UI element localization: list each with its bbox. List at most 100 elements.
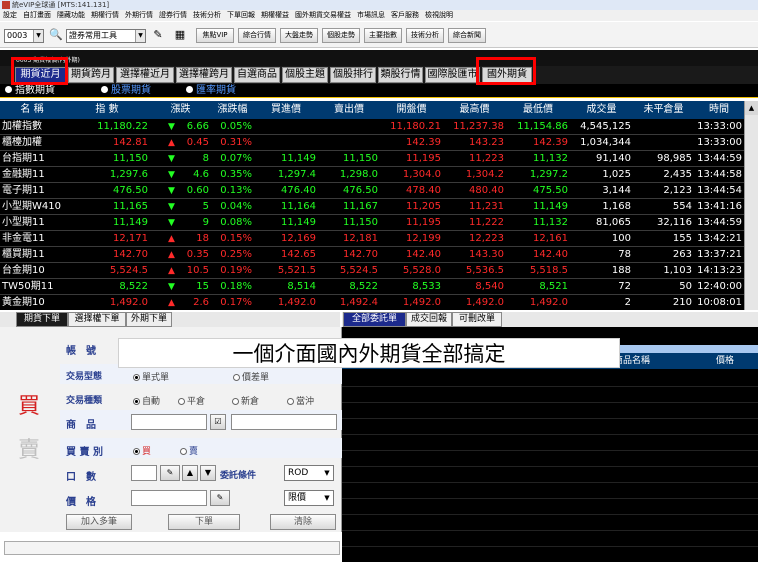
search-icon[interactable]: 🔍 (48, 27, 64, 43)
product-input[interactable] (131, 414, 207, 430)
cell-high: 11,237.38 (453, 121, 504, 132)
cell-ask: 11,150 (343, 153, 378, 164)
quantity-down-icon[interactable]: ▼ (200, 465, 216, 481)
radio-icon (233, 374, 240, 381)
menu-item[interactable]: 下單回報 (224, 11, 258, 19)
cell-change-pct: 0.18% (220, 281, 252, 292)
tab-report-1[interactable]: 成交回報 (406, 312, 452, 327)
quantity-input[interactable] (131, 465, 157, 481)
cell-name: 櫃檯加權 (2, 137, 42, 148)
table-row[interactable]: 小型期11 11,149 ▼ 9 0.08% 11,149 11,150 11,195 11,2… (0, 215, 758, 231)
menu-item[interactable]: 市場訊息 (354, 11, 388, 19)
menu-item[interactable]: 期權行情 (88, 11, 122, 19)
tab-quote-6[interactable]: 個股排行 (330, 67, 376, 83)
account-select[interactable]: 0003 ▼ (4, 29, 44, 43)
tab-quote-4[interactable]: 自選商品 (234, 67, 280, 83)
sell-side-indicator: 賣 (18, 438, 41, 463)
menu-item[interactable]: 檢視說明 (422, 11, 456, 19)
tab-quote-2[interactable]: 選擇權近月 (116, 67, 174, 83)
menu-item[interactable]: 證券行情 (156, 11, 190, 19)
clear-button[interactable]: 清除 (270, 514, 336, 530)
tools-select[interactable]: 證券常用工具 ▼ (66, 29, 146, 43)
toolbar-button[interactable]: 綜合行情 (238, 28, 276, 43)
menu-item[interactable]: 期權權益 (258, 11, 292, 19)
tab-report-2[interactable]: 可刪改單 (452, 312, 502, 327)
tab-quote-3[interactable]: 選擇權跨月 (176, 67, 232, 83)
report-grid-line (342, 514, 758, 515)
table-row[interactable]: 櫃檯加權 142.81 ▲ 0.45 0.31% 142.39 143.23 142.39 1,… (0, 135, 758, 151)
order-type-spread[interactable]: 價差單 (233, 370, 269, 383)
cell-price: 8,522 (119, 281, 148, 292)
table-row[interactable]: 加權指數 11,180.22 ▼ 6.66 0.05% 11,180.21 11,237.3… (0, 119, 758, 135)
radio-icon (133, 374, 140, 381)
tab-quote-8[interactable]: 國際股匯市 (425, 67, 480, 83)
toolbar-button[interactable]: 技術分析 (406, 28, 444, 43)
category-radio-2[interactable]: 匯率期貨 (186, 85, 236, 97)
add-multiple-button[interactable]: 加入多筆 (66, 514, 132, 530)
tab-order-0[interactable]: 期貨下單 (16, 312, 68, 327)
toolbar-button[interactable]: 綜合新聞 (448, 28, 486, 43)
cell-low: 142.40 (533, 249, 568, 260)
price-type-select[interactable]: 限價 ▼ (284, 490, 334, 506)
table-row[interactable]: 金融期11 1,297.6 ▼ 4.6 0.35% 1,297.4 1,298.0 1,304… (0, 167, 758, 183)
menu-item[interactable]: 隱藏功能 (54, 11, 88, 19)
tab-quote-1[interactable]: 期貨跨月 (68, 67, 114, 83)
table-row[interactable]: 非金電11 12,171 ▲ 18 0.15% 12,169 12,181 12,199 12,… (0, 231, 758, 247)
table-row[interactable]: 小型期W410 11,165 ▼ 5 0.04% 11,164 11,167 11,205 11… (0, 199, 758, 215)
tab-order-1[interactable]: 選擇權下單 (68, 312, 126, 327)
menu-item[interactable]: 客戶服務 (388, 11, 422, 19)
arrow-up-icon: ▲ (168, 138, 175, 148)
product-confirm-checkbox[interactable]: ☑ (210, 414, 226, 430)
toolbar-button[interactable]: 主要指數 (364, 28, 402, 43)
cell-high: 11,222 (469, 217, 504, 228)
trade-type-close[interactable]: 平倉 (178, 394, 205, 407)
cell-high: 1,492.0 (465, 297, 504, 308)
table-row[interactable]: 電子期11 476.50 ▼ 0.60 0.13% 476.40 476.50 478.40 4… (0, 183, 758, 199)
table-row[interactable]: 台金期10 5,524.5 ▲ 10.5 0.19% 5,521.5 5,524.5 5,52… (0, 263, 758, 279)
side-buy-radio[interactable]: 買 (133, 444, 151, 457)
submit-order-button[interactable]: 下單 (168, 514, 240, 530)
table-row[interactable]: TW50期11 8,522 ▼ 15 0.18% 8,514 8,522 8,533 8,540… (0, 279, 758, 295)
tab-quote-5[interactable]: 個股主題 (282, 67, 328, 83)
price-keypad-icon[interactable]: ✎ (210, 490, 230, 506)
quantity-up-icon[interactable]: ▲ (182, 465, 198, 481)
menu-item[interactable]: 設定 (0, 11, 20, 19)
arrow-down-icon: ▼ (168, 282, 175, 292)
menu-item[interactable]: 外期行情 (122, 11, 156, 19)
cell-change-pct: 0.08% (220, 217, 252, 228)
cell-volume: 1,025 (602, 169, 631, 180)
cell-ask: 5,524.5 (339, 265, 378, 276)
trade-type-auto[interactable]: 自動 (133, 394, 160, 407)
toolbar-button[interactable]: 焦點VIP (196, 28, 234, 43)
radio-icon (5, 86, 12, 93)
quote-table-scrollbar[interactable]: ▲ (744, 101, 758, 310)
side-sell-radio[interactable]: 賣 (180, 444, 198, 457)
toolbar-button[interactable]: 大盤走勢 (280, 28, 318, 43)
table-row[interactable]: 櫃買期11 142.70 ▲ 0.35 0.25% 142.65 142.70 142.40 1… (0, 247, 758, 263)
table-row[interactable]: 台指期11 11,150 ▼ 8 0.07% 11,149 11,150 11,195 11,2… (0, 151, 758, 167)
menu-item[interactable]: 國外期貨交易權益 (292, 11, 354, 19)
table-row[interactable]: 黃金期10 1,492.0 ▲ 2.6 0.17% 1,492.0 1,492.4 1,492… (0, 295, 758, 310)
category-radio-1[interactable]: 股票期貨 (101, 85, 151, 97)
tab-quote-7[interactable]: 類股行情 (378, 67, 423, 83)
scroll-up-icon[interactable]: ▲ (745, 101, 758, 115)
condition-select[interactable]: ROD ▼ (284, 465, 334, 481)
arrow-up-icon: ▲ (168, 250, 175, 260)
tab-order-2[interactable]: 外期下單 (126, 312, 172, 327)
cell-open-interest (633, 135, 694, 151)
cell-change: ▼ 6.66 (150, 119, 211, 135)
trade-type-daytrade[interactable]: 當沖 (287, 394, 314, 407)
menu-item[interactable]: 自訂畫面 (20, 11, 54, 19)
category-radio-0[interactable]: 指數期貨 (5, 85, 55, 97)
toolbar-button[interactable]: 個股走勢 (322, 28, 360, 43)
tab-report-0[interactable]: 全部委託單 (343, 312, 406, 327)
price-input[interactable] (131, 490, 207, 506)
cell-change: ▼ 8 (150, 151, 211, 167)
menu-item[interactable]: 技術分析 (190, 11, 224, 19)
quantity-keypad-icon[interactable]: ✎ (160, 465, 180, 481)
trade-type-new[interactable]: 新倉 (232, 394, 259, 407)
window-layout-icon[interactable]: ▦ (172, 27, 188, 43)
change-value: 4.6 (193, 169, 209, 180)
order-type-single[interactable]: 單式單 (133, 370, 169, 383)
edit-tools-icon[interactable]: ✎ (150, 27, 166, 43)
